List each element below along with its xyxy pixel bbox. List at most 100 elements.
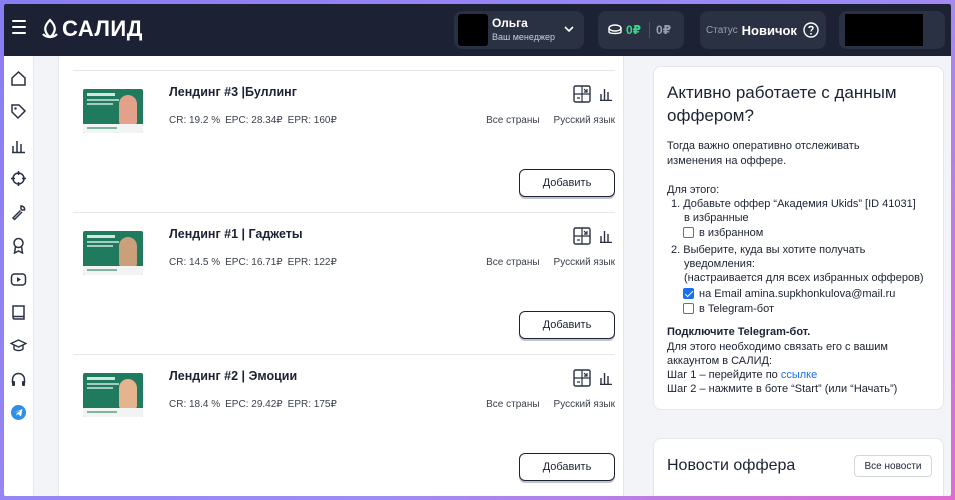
app-frame: САЛИД Ольга Ваш менеджер 0₽ 0₽ Статус Но… bbox=[4, 4, 951, 496]
bot-link[interactable]: ссылке bbox=[781, 369, 817, 381]
logo-text: САЛИД bbox=[62, 16, 143, 41]
countries-label: Все страны bbox=[486, 115, 540, 126]
stat-cr: CR: 18.4 % bbox=[169, 399, 221, 410]
top-header: САЛИД Ольга Ваш менеджер 0₽ 0₽ Статус Но… bbox=[4, 4, 951, 56]
status-widget[interactable]: Статус Новичок bbox=[700, 11, 826, 49]
landing-meta: Все страны Русский язык bbox=[472, 399, 615, 410]
user-role: Ваш менеджер bbox=[492, 32, 555, 42]
telegram-checkbox[interactable] bbox=[683, 303, 694, 314]
graduation-cap-icon[interactable] bbox=[10, 337, 27, 354]
logo[interactable]: САЛИД bbox=[40, 16, 143, 42]
connect-title: Подключите Telegram-бот. bbox=[667, 326, 811, 338]
headphones-icon[interactable] bbox=[10, 371, 27, 388]
landing-stats: CR: 19.2 % EPC: 28.34₽ EPR: 160₽ bbox=[169, 115, 342, 126]
telegram-checkbox-label: в Telegram-бот bbox=[699, 303, 775, 315]
add-button[interactable]: Добавить bbox=[519, 169, 615, 197]
landing-thumbnail[interactable] bbox=[83, 373, 143, 417]
landing-card: Лендинг #2 | Эмоции CR: 18.4 % EPC: 29.42… bbox=[73, 354, 615, 494]
logo-mark-icon bbox=[42, 18, 58, 39]
step-b-text: Шаг 2 – нажмите в боте “Start” (или “Нач… bbox=[667, 383, 898, 395]
language-label: Русский язык bbox=[553, 399, 615, 410]
balance-divider bbox=[649, 22, 651, 38]
video-icon[interactable] bbox=[10, 271, 27, 288]
offer-news: Новости оффера Все новости bbox=[653, 438, 944, 496]
wrench-icon[interactable] bbox=[10, 204, 27, 221]
menu-icon[interactable] bbox=[12, 20, 26, 34]
connect-text-2: аккаунтом в САЛИД: bbox=[667, 355, 773, 367]
step2-text-cont: уведомления: bbox=[684, 258, 755, 270]
balance-widget[interactable]: 0₽ 0₽ bbox=[598, 11, 684, 49]
stat-cr: CR: 14.5 % bbox=[169, 257, 221, 268]
tag-icon[interactable] bbox=[10, 103, 27, 120]
panel-title: Активно работаете с данным оффером? bbox=[667, 83, 897, 125]
header-account-widget[interactable] bbox=[839, 11, 945, 49]
add-button[interactable]: Добавить bbox=[519, 453, 615, 481]
preview-icon[interactable] bbox=[573, 85, 591, 103]
landing-stats: CR: 14.5 % EPC: 16.71₽ EPR: 122₽ bbox=[169, 257, 342, 268]
all-news-button[interactable]: Все новости bbox=[854, 455, 932, 477]
stat-epc: EPC: 29.42₽ bbox=[225, 399, 283, 410]
stat-cr: CR: 19.2 % bbox=[169, 115, 221, 126]
avatar bbox=[458, 14, 488, 46]
step1-text-cont: в избранные bbox=[684, 212, 749, 224]
user-name: Ольга bbox=[492, 16, 528, 30]
for-this-label: Для этого: bbox=[667, 184, 720, 196]
balance-primary: 0₽ bbox=[626, 23, 642, 37]
step2-note: (настраивается для всех избранных офферо… bbox=[684, 272, 924, 284]
landing-title: Лендинг #2 | Эмоции bbox=[169, 369, 298, 383]
landing-stats: CR: 18.4 % EPC: 29.42₽ EPR: 175₽ bbox=[169, 399, 342, 410]
sidebar bbox=[4, 56, 34, 496]
step2-text: 2. Выберите, куда вы хотите получать bbox=[671, 244, 866, 256]
language-label: Русский язык bbox=[553, 115, 615, 126]
landing-thumbnail[interactable] bbox=[83, 89, 143, 133]
favorite-checkbox-label: в избранном bbox=[699, 227, 764, 239]
coins-icon bbox=[608, 24, 622, 35]
stats-icon[interactable] bbox=[599, 87, 613, 101]
status-value: Новичок bbox=[741, 22, 797, 38]
stat-epc: EPC: 28.34₽ bbox=[225, 115, 283, 126]
redacted-block bbox=[845, 14, 923, 46]
email-checkbox-label: на Email amina.supkhonkulova@mail.ru bbox=[699, 288, 896, 300]
book-icon[interactable] bbox=[10, 304, 27, 321]
countries-label: Все страны bbox=[486, 399, 540, 410]
preview-icon[interactable] bbox=[573, 369, 591, 387]
notification-panel: Активно работаете с данным оффером? Тогд… bbox=[653, 66, 944, 410]
step-a-text: Шаг 1 – перейдите по ссылке bbox=[667, 368, 817, 382]
landing-card: Лендинг #3 |Буллинг CR: 19.2 % EPC: 28.34… bbox=[73, 70, 615, 210]
balance-secondary: 0₽ bbox=[656, 23, 672, 37]
panel-intro-2: изменения на оффере. bbox=[667, 155, 787, 167]
landing-list: Лендинг #3 |Буллинг CR: 19.2 % EPC: 28.34… bbox=[58, 56, 624, 496]
status-label: Статус bbox=[706, 24, 738, 36]
step1-text: 1. Добавьте оффер “Академия Ukids” [ID 4… bbox=[671, 198, 916, 210]
favorite-checkbox[interactable] bbox=[683, 227, 694, 238]
home-icon[interactable] bbox=[10, 70, 27, 87]
bar-chart-icon[interactable] bbox=[10, 137, 27, 154]
stat-epc: EPC: 16.71₽ bbox=[225, 257, 283, 268]
crosshair-icon[interactable] bbox=[10, 170, 27, 187]
landing-title: Лендинг #1 | Гаджеты bbox=[169, 227, 303, 241]
add-button[interactable]: Добавить bbox=[519, 311, 615, 339]
landing-title: Лендинг #3 |Буллинг bbox=[169, 85, 297, 99]
countries-label: Все страны bbox=[486, 257, 540, 268]
landing-meta: Все страны Русский язык bbox=[472, 115, 615, 126]
email-checkbox[interactable] bbox=[683, 288, 694, 299]
preview-icon[interactable] bbox=[573, 227, 591, 245]
help-circle-icon[interactable] bbox=[803, 22, 819, 38]
stats-icon[interactable] bbox=[599, 229, 613, 243]
landing-card: Лендинг #1 | Гаджеты CR: 14.5 % EPC: 16.7… bbox=[73, 212, 615, 352]
stat-epr: EPR: 160₽ bbox=[287, 115, 337, 126]
language-label: Русский язык bbox=[553, 257, 615, 268]
step-a-prefix: Шаг 1 – перейдите по bbox=[667, 369, 781, 381]
news-title: Новости оффера bbox=[667, 457, 796, 474]
stats-icon[interactable] bbox=[599, 371, 613, 385]
landing-thumbnail[interactable] bbox=[83, 231, 143, 275]
user-menu[interactable]: Ольга Ваш менеджер bbox=[454, 11, 584, 49]
stat-epr: EPR: 122₽ bbox=[287, 257, 337, 268]
award-icon[interactable] bbox=[10, 237, 27, 254]
chevron-down-icon bbox=[564, 26, 574, 33]
stat-epr: EPR: 175₽ bbox=[287, 399, 337, 410]
landing-meta: Все страны Русский язык bbox=[472, 257, 615, 268]
telegram-icon[interactable] bbox=[10, 404, 27, 421]
panel-intro-1: Тогда важно оперативно отслеживать bbox=[667, 140, 860, 152]
connect-text-1: Для этого необходимо связать его с вашим bbox=[667, 341, 888, 353]
